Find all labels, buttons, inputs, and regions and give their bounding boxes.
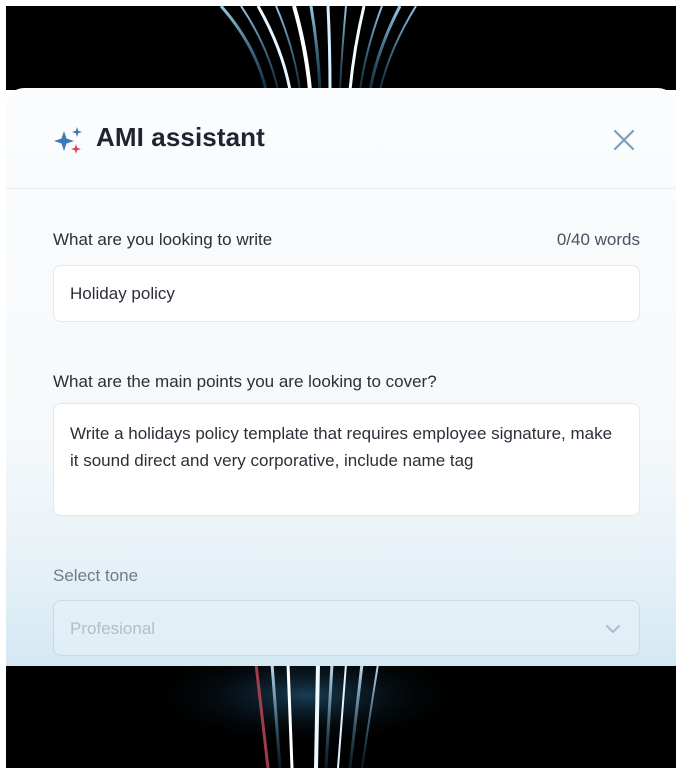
write-input[interactable] bbox=[53, 265, 640, 322]
background-bottom bbox=[6, 664, 676, 768]
write-label: What are you looking to write bbox=[53, 230, 273, 249]
tone-label: Select tone bbox=[53, 566, 139, 585]
dialog-title: AMI assistant bbox=[96, 122, 265, 152]
tone-selected-value: Profesional bbox=[70, 619, 156, 638]
dialog-header: AMI assistant bbox=[6, 88, 676, 189]
light-streaks-bottom bbox=[156, 664, 476, 768]
word-counter: 0/40 words bbox=[556, 230, 640, 249]
sparkle-icon bbox=[54, 127, 82, 154]
close-icon[interactable] bbox=[609, 125, 639, 155]
ami-assistant-dialog: AMI assistant What are you looking to wr… bbox=[6, 88, 676, 666]
points-label: What are the main points you are looking… bbox=[53, 372, 437, 391]
points-textarea[interactable]: Write a holidays policy template that re… bbox=[53, 403, 640, 516]
tone-select[interactable]: Profesional bbox=[53, 600, 640, 656]
background-top bbox=[6, 6, 676, 90]
light-streaks-top bbox=[219, 6, 417, 90]
chevron-down-icon bbox=[606, 625, 620, 633]
